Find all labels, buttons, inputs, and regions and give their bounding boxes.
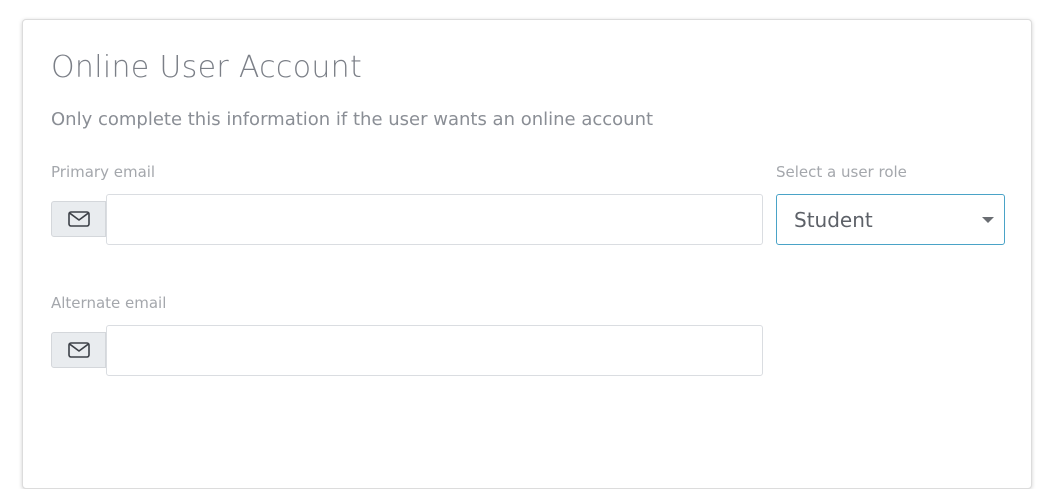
chevron-down-icon: [982, 217, 994, 223]
user-role-select[interactable]: Student: [776, 194, 1005, 245]
envelope-icon: [67, 342, 90, 358]
section-subtitle: Only complete this information if the us…: [51, 109, 654, 130]
primary-email-label: Primary email: [51, 163, 156, 181]
primary-email-addon: [51, 201, 106, 237]
section-title: Online User Account: [51, 50, 363, 85]
alternate-email-label: Alternate email: [51, 294, 167, 312]
online-user-account-card: Online User Account Only complete this i…: [22, 19, 1032, 489]
alternate-email-addon: [51, 332, 106, 368]
user-role-selected-value: Student: [794, 208, 873, 232]
primary-email-input[interactable]: [106, 194, 763, 245]
envelope-icon: [67, 211, 90, 227]
user-role-label: Select a user role: [776, 163, 907, 181]
alternate-email-input[interactable]: [106, 325, 763, 376]
